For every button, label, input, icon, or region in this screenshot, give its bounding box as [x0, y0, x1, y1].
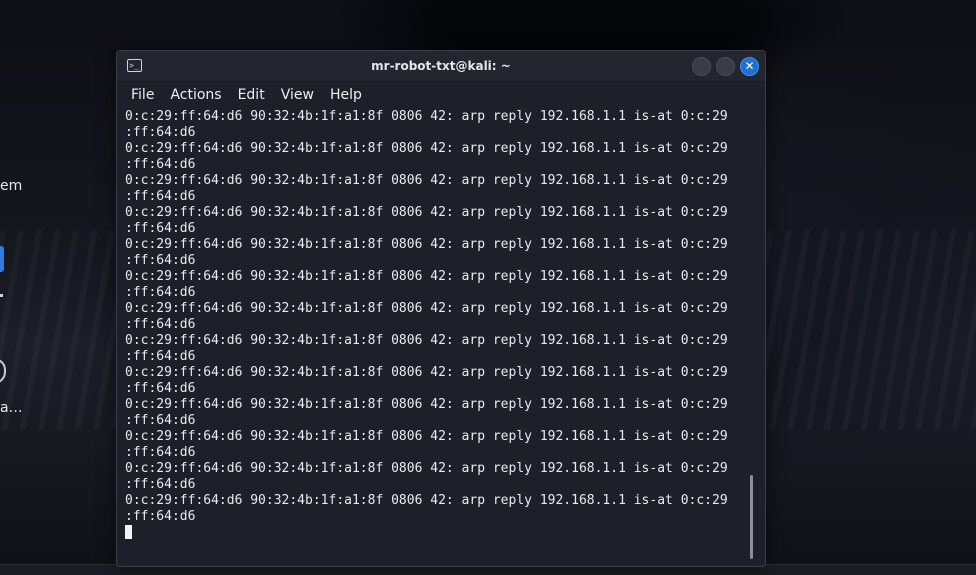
terminal-app-icon[interactable]: >_ — [127, 59, 142, 72]
close-button[interactable]: ✕ — [740, 57, 759, 76]
scrollbar-thumb[interactable] — [750, 475, 753, 559]
terminal-line: 0:c:29:ff:64:d6 90:32:4b:1f:a1:8f 0806 4… — [125, 365, 728, 380]
terminal-line: 0:c:29:ff:64:d6 90:32:4b:1f:a1:8f 0806 4… — [125, 493, 728, 508]
terminal-line: :ff:64:d6 — [125, 477, 196, 492]
terminal-line: :ff:64:d6 — [125, 285, 196, 300]
terminal-line: :ff:64:d6 — [125, 381, 196, 396]
terminal-line: 0:c:29:ff:64:d6 90:32:4b:1f:a1:8f 0806 4… — [125, 301, 728, 316]
terminal-line: :ff:64:d6 — [125, 509, 196, 524]
terminal-output[interactable]: 0:c:29:ff:64:d6 90:32:4b:1f:a1:8f 0806 4… — [125, 109, 745, 549]
prompt-line[interactable] — [125, 525, 745, 541]
terminal-line: 0:c:29:ff:64:d6 90:32:4b:1f:a1:8f 0806 4… — [125, 397, 728, 412]
desktop-label-fragment[interactable]: em — [0, 178, 22, 194]
terminal-line: 0:c:29:ff:64:d6 90:32:4b:1f:a1:8f 0806 4… — [125, 237, 728, 252]
desktop-selection-indicator — [0, 246, 4, 272]
terminal-window: >_ mr-robot-txt@kali: ~ ✕ File Actions E… — [116, 50, 766, 567]
terminal-line: 0:c:29:ff:64:d6 90:32:4b:1f:a1:8f 0806 4… — [125, 269, 728, 284]
scrollbar[interactable] — [750, 109, 755, 559]
window-title: mr-robot-txt@kali: ~ — [371, 59, 511, 73]
terminal-line: 0:c:29:ff:64:d6 90:32:4b:1f:a1:8f 0806 4… — [125, 205, 728, 220]
menu-view[interactable]: View — [273, 87, 322, 103]
terminal-line: 0:c:29:ff:64:d6 90:32:4b:1f:a1:8f 0806 4… — [125, 461, 728, 476]
menu-actions[interactable]: Actions — [162, 87, 229, 103]
menu-file[interactable]: File — [123, 87, 162, 103]
title-bar[interactable]: >_ mr-robot-txt@kali: ~ ✕ — [117, 51, 765, 81]
terminal-line: 0:c:29:ff:64:d6 90:32:4b:1f:a1:8f 0806 4… — [125, 109, 728, 124]
terminal-line: :ff:64:d6 — [125, 157, 196, 172]
terminal-line: 0:c:29:ff:64:d6 90:32:4b:1f:a1:8f 0806 4… — [125, 429, 728, 444]
terminal-line: 0:c:29:ff:64:d6 90:32:4b:1f:a1:8f 0806 4… — [125, 141, 728, 156]
terminal-line: :ff:64:d6 — [125, 221, 196, 236]
terminal-line: :ff:64:d6 — [125, 349, 196, 364]
terminal-line: :ff:64:d6 — [125, 189, 196, 204]
maximize-button[interactable] — [716, 57, 735, 76]
terminal-line: :ff:64:d6 — [125, 445, 196, 460]
minimize-button[interactable] — [692, 57, 711, 76]
terminal-line: :ff:64:d6 — [125, 253, 196, 268]
text-cursor — [125, 525, 132, 539]
menu-edit[interactable]: Edit — [230, 87, 273, 103]
desktop-label-fragment[interactable]: a… — [0, 400, 23, 416]
menu-help[interactable]: Help — [322, 87, 370, 103]
desktop-dot — [0, 294, 3, 297]
terminal-line: 0:c:29:ff:64:d6 90:32:4b:1f:a1:8f 0806 4… — [125, 333, 728, 348]
terminal-line: :ff:64:d6 — [125, 413, 196, 428]
menu-bar: File Actions Edit View Help — [117, 81, 765, 109]
terminal-line: :ff:64:d6 — [125, 125, 196, 140]
terminal-line: :ff:64:d6 — [125, 317, 196, 332]
terminal-line: 0:c:29:ff:64:d6 90:32:4b:1f:a1:8f 0806 4… — [125, 173, 728, 188]
